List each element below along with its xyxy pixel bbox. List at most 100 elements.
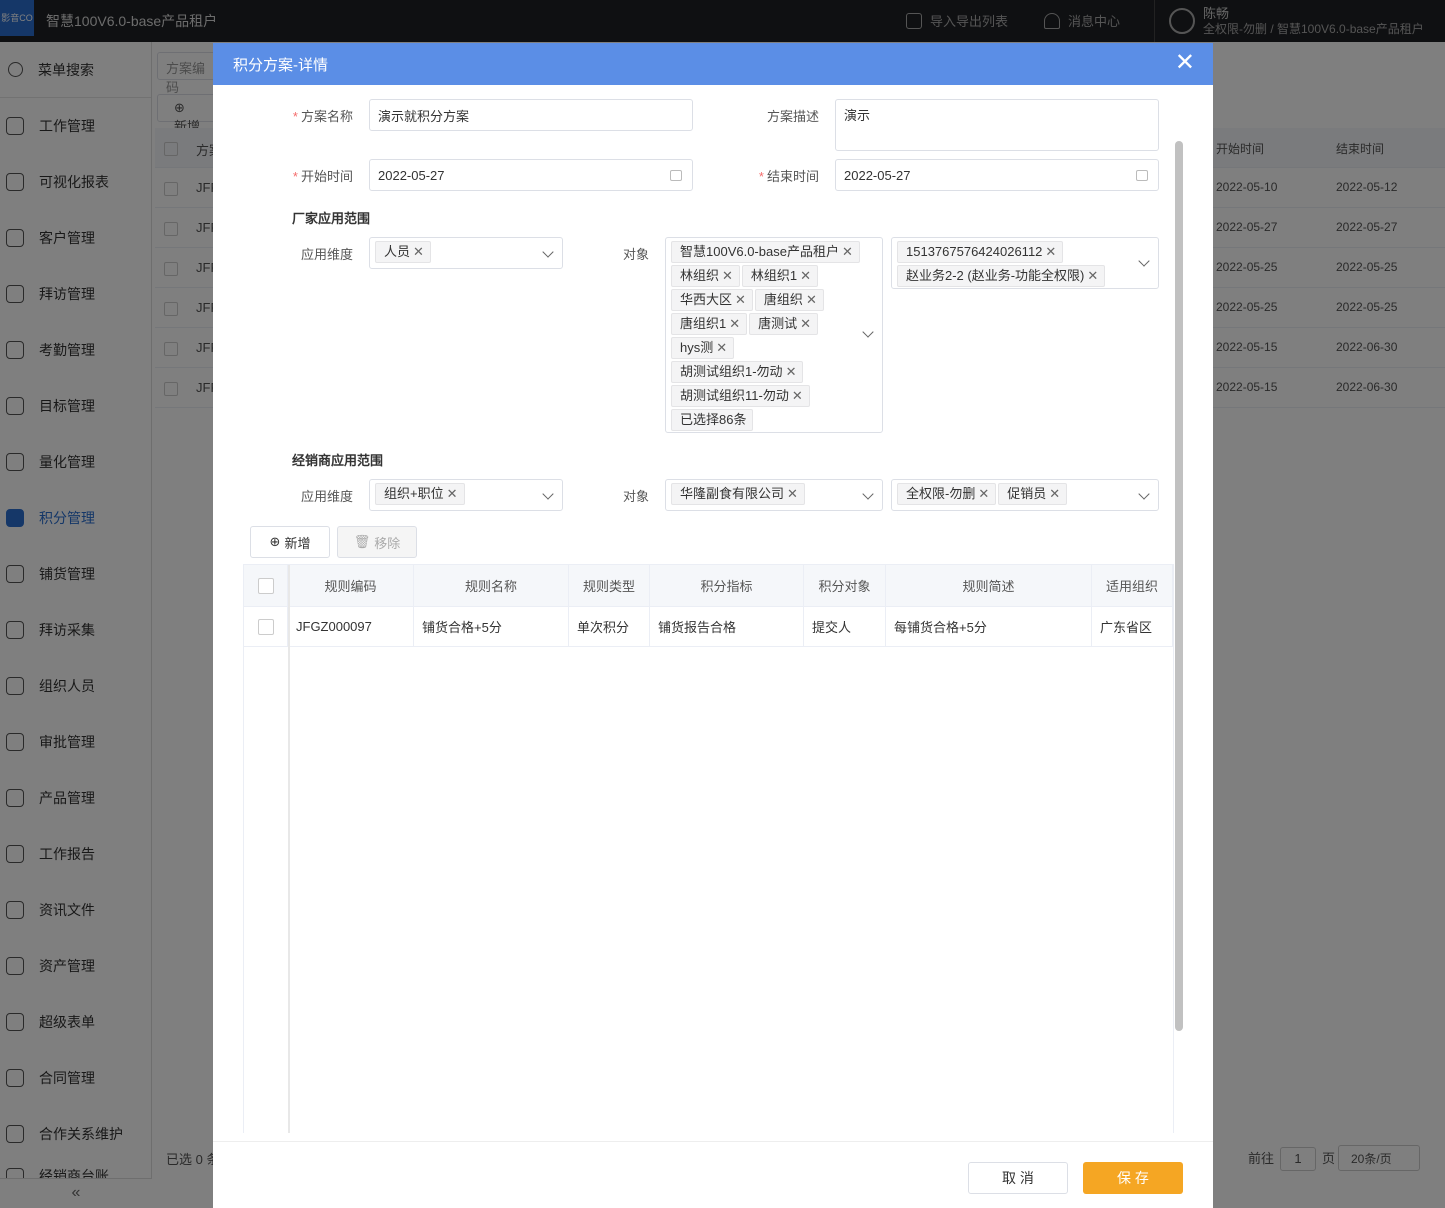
- table-cell: 每铺货合格+5分: [886, 607, 1092, 646]
- dealer-dimension-select[interactable]: 组织+职位 ✕: [369, 479, 563, 511]
- vendor-target-select[interactable]: 智慧100V6.0-base产品租户 ✕林组织 ✕ 林组织1 ✕华西大区 ✕ 唐组织 ✕唐组织…: [665, 237, 883, 433]
- calendar-icon: [1136, 170, 1148, 181]
- select-all-checkbox[interactable]: [257, 577, 274, 594]
- dialog-footer: 取 消 保 存: [213, 1141, 1213, 1208]
- table-cell: JFGZ000097: [288, 607, 414, 646]
- vendor-scope-title: 厂家应用范围: [292, 211, 371, 226]
- close-icon[interactable]: ✕: [716, 340, 727, 355]
- chevron-down-icon: [542, 488, 554, 500]
- close-icon[interactable]: ✕: [447, 486, 458, 501]
- trash-icon: 🗑: [353, 534, 371, 549]
- tag-label: 智慧100V6.0-base产品租户: [680, 244, 839, 259]
- close-icon[interactable]: ✕: [1087, 268, 1098, 283]
- tag-label: 1513767576424026112: [906, 244, 1043, 259]
- plan-detail-dialog: 积分方案-详情 ✕ * 方案名称 演示就积分方案 方案描述 演示 * 开始时间 20…: [213, 43, 1213, 1208]
- close-icon[interactable]: ✕: [1045, 244, 1056, 259]
- dialog-header: 积分方案-详情 ✕: [213, 43, 1213, 85]
- column-header: 规则编码: [288, 565, 414, 606]
- add-rule-label: 新增: [284, 535, 311, 551]
- selected-tag: 唐测试 ✕: [749, 313, 819, 335]
- column-header: 规则简述: [886, 565, 1092, 606]
- column-header: 规则名称: [414, 565, 569, 606]
- vendor-dimension-label: 应用维度: [300, 247, 353, 262]
- table-cell: 广东省区: [1092, 607, 1173, 646]
- selected-tag: 唐组织1 ✕: [671, 313, 748, 335]
- rule-table: 规则编码 规则名称 规则类型 积分指标 积分对象 规则简述 适用组织 JFGZ000097 铺…: [243, 564, 1174, 1133]
- tag-label: 唐组织: [763, 292, 803, 307]
- close-icon[interactable]: ✕: [787, 486, 798, 501]
- selected-tag: 唐组织 ✕: [754, 289, 824, 311]
- close-icon[interactable]: ✕: [722, 268, 733, 283]
- table-cell: 铺货报告合格: [650, 607, 804, 646]
- vendor-dimension-select[interactable]: 人员 ✕: [369, 237, 563, 269]
- select-all-cell: [244, 565, 288, 606]
- column-header: 规则类型: [569, 565, 650, 606]
- dealer-dimension-label: 应用维度: [300, 489, 353, 504]
- plan-name-input[interactable]: 演示就积分方案: [369, 99, 693, 131]
- plan-name-label: * 方案名称: [292, 109, 353, 124]
- selected-tag: 林组织1 ✕: [741, 265, 819, 287]
- tag-label: 唐组织1: [680, 316, 727, 331]
- selected-tag: 组织+职位 ✕: [375, 483, 465, 505]
- close-icon[interactable]: ✕: [735, 292, 746, 307]
- plan-desc-textarea[interactable]: 演示: [835, 99, 1159, 151]
- tag-label: 华隆副食有限公司: [680, 486, 785, 501]
- column-header: 积分指标: [650, 565, 804, 606]
- tag-label: 促销员: [1007, 486, 1047, 501]
- tag-label: 胡测试组织1-勿动: [680, 364, 783, 379]
- selected-tag: 1513767576424026112 ✕: [897, 241, 1064, 263]
- dialog-scrollbar[interactable]: [1175, 141, 1183, 1031]
- close-icon[interactable]: ✕: [1049, 486, 1060, 501]
- tag-label: 赵业务2-2 (赵业务-功能全权限): [906, 268, 1085, 283]
- close-icon[interactable]: ✕: [786, 364, 797, 379]
- save-button[interactable]: 保 存: [1083, 1162, 1183, 1194]
- dealer-target-select[interactable]: 华隆副食有限公司 ✕: [665, 479, 883, 511]
- chevron-down-icon: [862, 488, 874, 500]
- selected-tag: 赵业务2-2 (赵业务-功能全权限) ✕: [897, 265, 1106, 287]
- table-cell: 铺货合格+5分: [414, 607, 569, 646]
- plan-desc-label: 方案描述: [766, 109, 819, 124]
- close-icon[interactable]: ✕: [792, 388, 803, 403]
- selected-tag: 华隆副食有限公司 ✕: [671, 483, 805, 505]
- close-icon[interactable]: ✕: [978, 486, 989, 501]
- selected-tag: 智慧100V6.0-base产品租户 ✕: [671, 241, 860, 263]
- vendor-person-select[interactable]: 1513767576424026112 ✕赵业务2-2 (赵业务-功能全权限) ✕: [891, 237, 1159, 289]
- start-date-picker[interactable]: 2022-05-27: [369, 159, 693, 191]
- end-date-value: 2022-05-27: [844, 167, 911, 183]
- chevron-down-icon: [1138, 488, 1150, 500]
- close-icon[interactable]: ✕: [729, 316, 740, 331]
- selected-tag: 促销员 ✕: [998, 483, 1068, 505]
- tag-label: 组织+职位: [384, 486, 444, 501]
- tag-label: 林组织: [680, 268, 720, 283]
- start-date-value: 2022-05-27: [378, 167, 445, 183]
- close-icon[interactable]: ✕: [1175, 51, 1195, 75]
- cancel-button[interactable]: 取 消: [968, 1162, 1068, 1194]
- tag-label: hys测: [680, 340, 714, 355]
- end-date-picker[interactable]: 2022-05-27: [835, 159, 1159, 191]
- selected-tag: 人员 ✕: [375, 241, 431, 263]
- close-icon[interactable]: ✕: [413, 244, 424, 259]
- row-checkbox[interactable]: [257, 618, 274, 635]
- tag-label: 人员: [384, 244, 411, 259]
- dialog-body: * 方案名称 演示就积分方案 方案描述 演示 * 开始时间 2022-05-27 *…: [213, 85, 1213, 1133]
- close-icon[interactable]: ✕: [806, 292, 817, 307]
- selected-count-tag: 已选择86条: [671, 409, 754, 431]
- table-row[interactable]: JFGZ000097 铺货合格+5分 单次积分 铺货报告合格 提交人 每铺货合格+5分 广东…: [244, 607, 1173, 647]
- tag-label: 唐测试: [758, 316, 798, 331]
- selected-tag: 林组织 ✕: [671, 265, 740, 287]
- selected-tag: hys测 ✕: [671, 337, 735, 359]
- table-cell: 单次积分: [569, 607, 650, 646]
- close-icon[interactable]: ✕: [842, 244, 853, 259]
- chevron-down-icon: [542, 246, 554, 258]
- close-icon[interactable]: ✕: [800, 268, 811, 283]
- chevron-down-icon: [1138, 255, 1150, 267]
- row-select-cell: [244, 607, 288, 646]
- dealer-role-select[interactable]: 全权限-勿删 ✕ 促销员 ✕: [891, 479, 1159, 511]
- remove-rule-button[interactable]: 🗑 移除: [337, 526, 417, 558]
- selected-tag: 胡测试组织1-勿动 ✕: [671, 361, 804, 383]
- chevron-down-icon: [862, 326, 874, 338]
- close-icon[interactable]: ✕: [800, 316, 811, 331]
- add-rule-button[interactable]: ⊕ 新增: [250, 526, 330, 558]
- selected-tag: 胡测试组织11-勿动 ✕: [671, 385, 810, 407]
- tag-label: 胡测试组织11-勿动: [680, 388, 789, 403]
